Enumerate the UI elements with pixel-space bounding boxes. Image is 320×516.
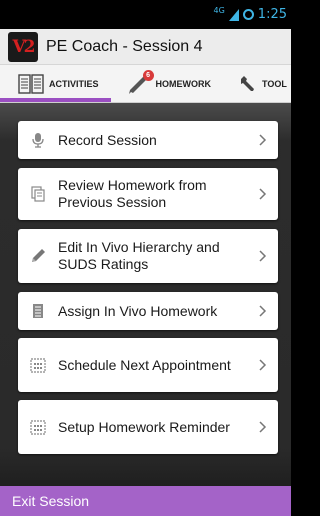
menu-item-label: Record Session [58, 131, 157, 148]
exit-session-label: Exit Session [12, 493, 90, 509]
app-logo[interactable]: V2 [8, 31, 38, 62]
wrench-icon [239, 73, 257, 95]
chevron-right-icon [248, 134, 278, 146]
menu-item-label: Edit In Vivo Hierarchy and SUDS Ratings [58, 239, 220, 272]
signal-icon [228, 8, 239, 21]
menu-item-label: Assign In Vivo Homework [58, 302, 218, 319]
schedule-appointment-button[interactable]: Schedule Next Appointment [18, 338, 278, 392]
menu-item-label: Review Homework from Previous Session [58, 177, 207, 210]
app-title: PE Coach - Session 4 [46, 37, 203, 55]
alarm-icon [242, 9, 254, 20]
tab-bar: ACTIVITIES 6 HOMEWORK TOOL [0, 65, 291, 103]
status-bar: 4G 1:25 [0, 0, 291, 29]
chevron-right-icon [248, 188, 278, 200]
chevron-right-icon [248, 250, 278, 262]
tab-tools[interactable]: TOOL [223, 65, 291, 102]
assign-homework-button[interactable]: Assign In Vivo Homework [18, 292, 278, 330]
tab-tools-label: TOOL [262, 78, 287, 89]
chevron-right-icon [248, 359, 278, 371]
edit-hierarchy-button[interactable]: Edit In Vivo Hierarchy and SUDS Ratings [18, 229, 278, 283]
menu-item-label: Schedule Next Appointment [58, 356, 231, 373]
network-type: 4G [213, 6, 225, 15]
list-icon [18, 303, 58, 319]
microphone-icon [18, 132, 58, 148]
record-session-button[interactable]: Record Session [18, 121, 278, 159]
tab-homework-label: HOMEWORK [155, 78, 212, 89]
homework-badge: 6 [142, 70, 154, 81]
exit-session-button[interactable]: Exit Session [0, 486, 291, 516]
documents-icon [18, 186, 58, 202]
status-time: 1:25 [257, 7, 287, 22]
review-homework-button[interactable]: Review Homework from Previous Session [18, 168, 278, 220]
pencil-icon [18, 248, 58, 264]
tab-activities[interactable]: ACTIVITIES [0, 65, 111, 102]
chevron-right-icon [248, 305, 278, 317]
tab-homework[interactable]: 6 HOMEWORK [111, 65, 224, 102]
setup-reminder-button[interactable]: Setup Homework Reminder [18, 400, 278, 454]
tab-activities-label: ACTIVITIES [49, 78, 99, 89]
chevron-right-icon [248, 421, 278, 433]
calendar-icon [18, 357, 58, 373]
menu-item-label: Setup Homework Reminder [58, 418, 230, 435]
book-icon [18, 73, 44, 95]
activities-panel: Record Session Review Homework from Prev… [0, 103, 291, 486]
calendar-icon [18, 419, 58, 435]
action-bar: V2 PE Coach - Session 4 [0, 29, 291, 65]
